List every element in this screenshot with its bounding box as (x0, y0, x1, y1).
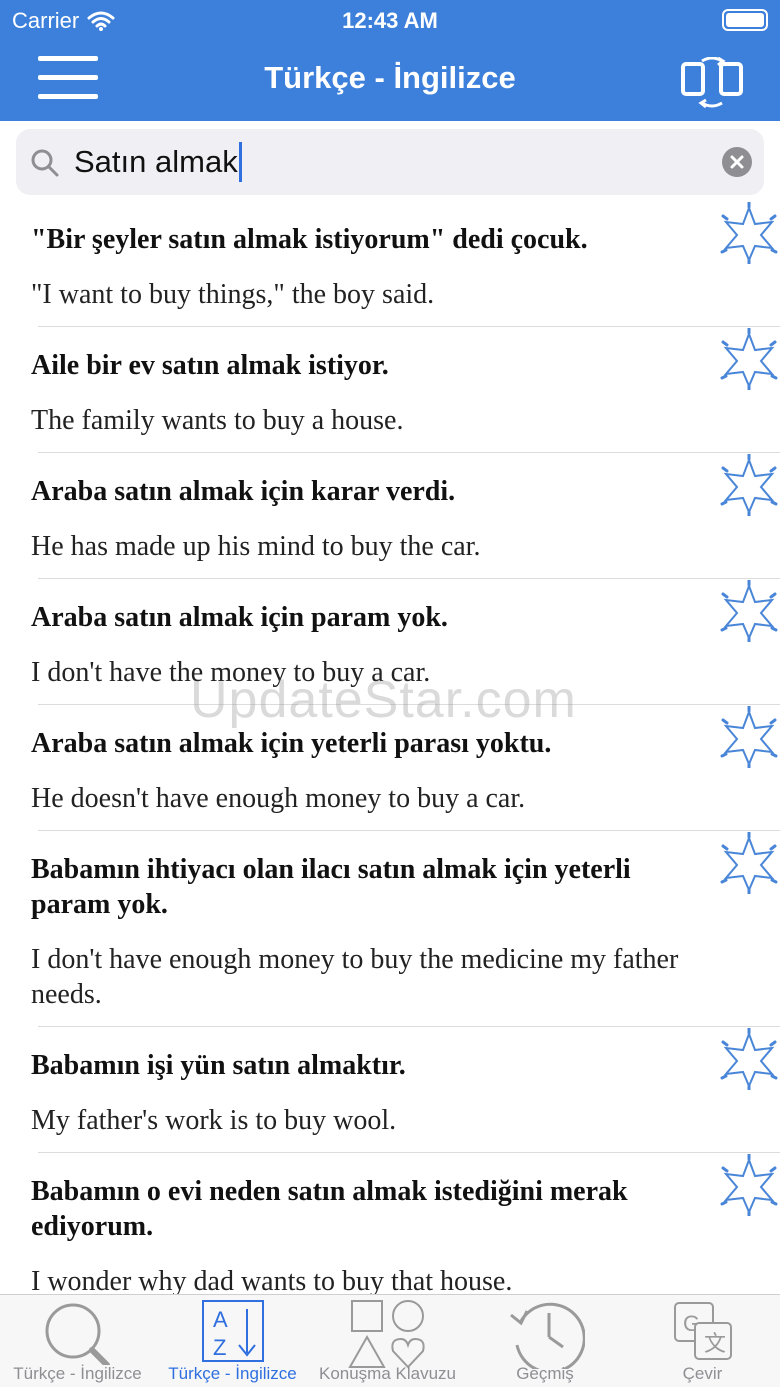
search-bar: Satın almak (16, 129, 764, 195)
translate-icon: G 文 (673, 1302, 732, 1360)
status-bar: Carrier 12:43 AM (0, 0, 780, 40)
list-item-content: Araba satın almak için param yok. I don't… (31, 600, 714, 690)
search-input-value: Satın almak (74, 144, 238, 179)
turkish-sentence: Babamın ihtiyacı olan ilacı satın almak … (31, 854, 631, 920)
english-translation: "I want to buy things," the boy said. (31, 279, 435, 310)
favorite-star-icon[interactable] (718, 452, 780, 518)
list-item-content: Babamın işi yün satın almaktır. My father… (31, 1048, 714, 1138)
clock: 12:43 AM (342, 8, 438, 33)
tab-translate[interactable]: G 文 Çevir (625, 1295, 780, 1387)
list-item[interactable]: Araba satın almak için karar verdi. He ha… (0, 452, 780, 579)
english-translation: I don't have the money to buy a car. (31, 657, 431, 688)
svg-text:A: A (213, 1307, 228, 1332)
list-item-content: Aile bir ev satın almak istiyor. The fami… (31, 348, 714, 438)
tab-label: Türkçe - İngilizce (168, 1364, 297, 1383)
turkish-sentence: Aile bir ev satın almak istiyor. (31, 350, 389, 381)
list-item[interactable]: Araba satın almak için yeterli parası yo… (0, 704, 780, 831)
tab-dictionary[interactable]: A Z Türkçe - İngilizce (155, 1295, 310, 1387)
favorite-star-icon[interactable] (718, 200, 780, 266)
favorite-star-icon[interactable] (718, 704, 780, 770)
english-translation: He doesn't have enough money to buy a ca… (31, 783, 526, 814)
favorite-star-icon[interactable] (718, 326, 780, 392)
tab-search[interactable]: Türkçe - İngilizce (0, 1295, 155, 1387)
english-translation: He has made up his mind to buy the car. (31, 531, 481, 562)
svg-text:文: 文 (704, 1331, 726, 1356)
clear-search-button[interactable] (722, 147, 752, 177)
list-item-content: Araba satın almak için yeterli parası yo… (31, 726, 714, 816)
az-sort-icon: A Z (201, 1300, 264, 1362)
turkish-sentence: Babamın işi yün satın almaktır. (31, 1050, 406, 1081)
favorite-star-icon[interactable] (718, 578, 780, 644)
search-icon (31, 149, 59, 177)
navigation-bar: Carrier 12:43 AM Türkçe - İngilizce (0, 0, 780, 121)
tab-label: Türkçe - İngilizce (13, 1364, 142, 1383)
search-input[interactable]: Satın almak (74, 139, 242, 185)
list-item[interactable]: Aile bir ev satın almak istiyor. The fami… (0, 326, 780, 453)
english-translation: My father's work is to buy wool. (31, 1105, 397, 1136)
tab-history[interactable]: Geçmiş (465, 1295, 625, 1387)
favorite-star-icon[interactable] (718, 1026, 780, 1092)
list-item[interactable]: Araba satın almak için param yok. I don't… (0, 578, 780, 705)
list-item-content: Babamın o evi neden satın almak istediği… (31, 1174, 714, 1294)
tab-label: Çevir (682, 1364, 723, 1383)
turkish-sentence: Babamın o evi neden satın almak istediği… (31, 1176, 628, 1242)
turkish-sentence: Araba satın almak için karar verdi. (31, 476, 456, 507)
tab-bar: Türkçe - İngilizce A Z Türkçe - İngilizc… (0, 1294, 780, 1387)
swap-language-icon[interactable] (680, 57, 744, 109)
tab-label: Geçmiş (516, 1364, 574, 1383)
turkish-sentence: "Bir şeyler satın almak istiyorum" dedi … (31, 224, 588, 255)
history-clock-icon (510, 1302, 585, 1369)
tab-phrasebook[interactable]: Konuşma Klavuzu (310, 1295, 465, 1387)
tab-label: Konuşma Klavuzu (318, 1364, 457, 1383)
battery-icon (722, 9, 768, 31)
close-icon (730, 155, 744, 169)
text-caret (238, 142, 242, 182)
list-item[interactable]: Babamın o evi neden satın almak istediği… (0, 1152, 780, 1294)
list-item-content: Araba satın almak için karar verdi. He ha… (31, 474, 714, 564)
favorite-star-icon[interactable] (718, 1152, 780, 1218)
menu-button[interactable] (38, 56, 98, 100)
list-item-content: "Bir şeyler satın almak istiyorum" dedi … (31, 222, 714, 312)
svg-text:Z: Z (213, 1335, 226, 1360)
english-translation: The family wants to buy a house. (31, 405, 404, 436)
turkish-sentence: Araba satın almak için yeterli parası yo… (31, 728, 552, 759)
list-item-content: Babamın ihtiyacı olan ilacı satın almak … (31, 852, 714, 1012)
english-translation: I don't have enough money to buy the med… (31, 944, 679, 1010)
magnifier-icon (45, 1303, 110, 1365)
list-item[interactable]: Babamın ihtiyacı olan ilacı satın almak … (0, 830, 780, 1027)
turkish-sentence: Araba satın almak için param yok. (31, 602, 448, 633)
page-title: Türkçe - İngilizce (264, 60, 516, 95)
list-item[interactable]: Babamın işi yün satın almaktır. My father… (0, 1026, 780, 1153)
english-translation: I wonder why dad wants to buy that house… (31, 1266, 513, 1294)
results-list: "Bir şeyler satın almak istiyorum" dedi … (0, 200, 780, 1294)
favorite-star-icon[interactable] (718, 830, 780, 896)
list-item[interactable]: "Bir şeyler satın almak istiyorum" dedi … (0, 200, 780, 327)
shapes-icon (347, 1300, 425, 1369)
